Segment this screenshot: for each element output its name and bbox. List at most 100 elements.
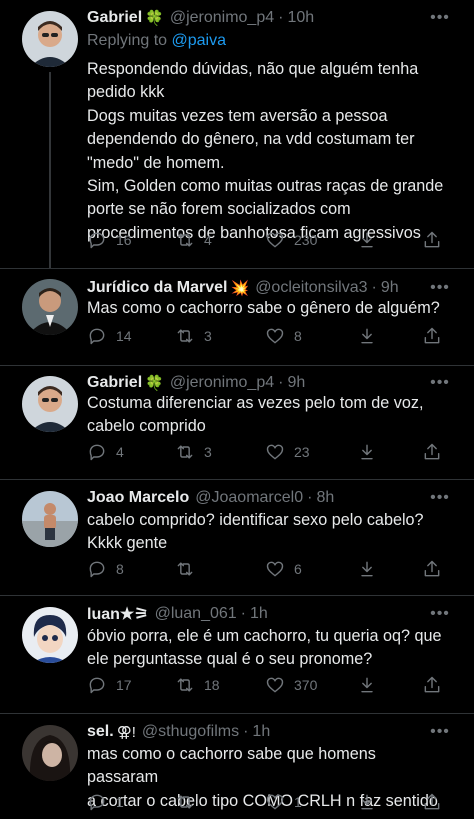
download-button[interactable] xyxy=(357,558,377,580)
retweet-icon xyxy=(177,445,193,459)
download-arrow-icon xyxy=(361,444,373,460)
more-options-icon[interactable]: ••• xyxy=(430,10,450,32)
separator-dot: · xyxy=(240,605,246,622)
tweet-3[interactable]: Gabriel 🍀 @jeronimo_p4 · 9h ••• Costuma … xyxy=(0,366,474,479)
like-button[interactable]: 370 xyxy=(265,674,317,696)
reply-count: 16 xyxy=(116,232,132,248)
heart-icon xyxy=(266,328,284,344)
download-button[interactable] xyxy=(357,674,377,696)
download-button[interactable] xyxy=(357,441,377,463)
tweet-2[interactable]: Jurídico da Marvel 💥 @ocleitonsilva3 · 9… xyxy=(0,269,474,365)
like-count: 370 xyxy=(294,677,318,693)
timestamp[interactable]: 8h xyxy=(316,489,334,507)
retweet-count: 4 xyxy=(204,232,212,248)
user-handle[interactable]: @sthugofilms xyxy=(142,723,239,741)
reply-button[interactable]: 16 xyxy=(87,229,132,251)
avatar[interactable] xyxy=(22,607,78,663)
avatar[interactable] xyxy=(22,491,78,547)
separator-dot: · xyxy=(371,279,377,296)
reply-icon xyxy=(89,677,105,694)
like-button[interactable]: 8 xyxy=(265,325,302,347)
timestamp[interactable]: 9h xyxy=(381,279,399,297)
tweet-header: luan★⚞ @luan_061 · 1h xyxy=(87,603,434,625)
like-button[interactable]: 230 xyxy=(265,229,317,251)
tweet-header: sel. ⚢! @sthugofilms · 1h xyxy=(87,721,434,743)
user-handle[interactable]: @ocleitonsilva3 xyxy=(255,279,367,297)
like-button[interactable]: 23 xyxy=(265,441,310,463)
tweet-4[interactable]: Joao Marcelo @Joaomarcel0 · 8h ••• cabel… xyxy=(0,480,474,595)
heart-icon xyxy=(266,561,284,577)
display-name[interactable]: luan★⚞ xyxy=(87,604,149,624)
retweet-button[interactable] xyxy=(175,791,204,813)
clover-icon: 🍀 xyxy=(145,375,164,392)
action-bar: 14 3 8 xyxy=(87,325,450,347)
user-handle[interactable]: @Joaomarcel0 xyxy=(195,489,303,507)
reply-count: 8 xyxy=(116,561,124,577)
retweet-button[interactable]: 3 xyxy=(175,441,212,463)
reply-button[interactable]: 14 xyxy=(87,325,132,347)
display-name[interactable]: Gabriel xyxy=(87,374,142,392)
symbol-badge-icon: ⚢! xyxy=(116,724,136,741)
like-count: 8 xyxy=(294,328,302,344)
display-name[interactable]: Jurídico da Marvel xyxy=(87,279,228,297)
retweet-button[interactable]: 3 xyxy=(175,325,212,347)
reply-button[interactable]: 17 xyxy=(87,674,132,696)
avatar[interactable] xyxy=(22,376,78,432)
reply-icon xyxy=(89,794,105,811)
replying-to: Replying to @paiva xyxy=(87,32,226,50)
reply-count: 17 xyxy=(116,677,132,693)
display-name[interactable]: Joao Marcelo xyxy=(87,489,189,507)
tweet-text: Respondendo dúvidas, não que alguém tenh… xyxy=(87,60,444,242)
user-handle[interactable]: @luan_061 xyxy=(155,605,237,623)
retweet-count: 3 xyxy=(204,328,212,344)
tweet-text: cabelo comprido? identificar sexo pelo c… xyxy=(87,511,424,553)
retweet-count: 3 xyxy=(204,444,212,460)
share-button[interactable] xyxy=(422,325,442,347)
like-count: 23 xyxy=(294,444,310,460)
download-button[interactable] xyxy=(357,325,377,347)
replying-to-handle[interactable]: @paiva xyxy=(172,32,227,49)
heart-icon xyxy=(266,444,284,460)
action-bar: 1 1 xyxy=(87,791,450,813)
share-button[interactable] xyxy=(422,229,442,251)
retweet-icon xyxy=(177,678,193,692)
timestamp[interactable]: 9h xyxy=(287,374,305,392)
avatar[interactable] xyxy=(22,279,78,335)
download-arrow-icon xyxy=(361,794,373,810)
share-icon xyxy=(424,443,440,460)
share-button[interactable] xyxy=(422,791,442,813)
timestamp[interactable]: 1h xyxy=(252,723,270,741)
retweet-button[interactable]: 4 xyxy=(175,229,212,251)
like-button[interactable]: 6 xyxy=(265,558,302,580)
like-button[interactable]: 1 xyxy=(265,791,302,813)
display-name[interactable]: Gabriel xyxy=(87,9,142,27)
timestamp[interactable]: 10h xyxy=(287,9,314,27)
avatar[interactable] xyxy=(22,11,78,67)
tweet-6[interactable]: sel. ⚢! @sthugofilms · 1h ••• mas como o… xyxy=(0,714,474,819)
download-button[interactable] xyxy=(357,791,377,813)
download-button[interactable] xyxy=(357,229,377,251)
tweet-5[interactable]: luan★⚞ @luan_061 · 1h ••• óbvio porra, e… xyxy=(0,596,474,713)
retweet-button[interactable]: 18 xyxy=(175,674,220,696)
download-arrow-icon xyxy=(361,232,373,248)
reply-button[interactable]: 4 xyxy=(87,441,124,463)
timestamp[interactable]: 1h xyxy=(250,605,268,623)
reply-button[interactable]: 8 xyxy=(87,558,124,580)
share-button[interactable] xyxy=(422,558,442,580)
tweet-text: Costuma diferenciar as vezes pelo tom de… xyxy=(87,394,424,436)
download-arrow-icon xyxy=(361,677,373,693)
share-icon xyxy=(424,231,440,248)
reply-button[interactable]: 1 xyxy=(87,791,124,813)
tweet-1[interactable]: Gabriel 🍀 @jeronimo_p4 · 10h ••• Replyin… xyxy=(0,0,474,268)
display-name[interactable]: sel. xyxy=(87,723,114,741)
user-handle[interactable]: @jeronimo_p4 xyxy=(170,9,274,27)
separator-dot: · xyxy=(278,374,284,391)
clover-icon: 🍀 xyxy=(145,10,164,27)
user-handle[interactable]: @jeronimo_p4 xyxy=(170,374,274,392)
share-button[interactable] xyxy=(422,674,442,696)
heart-icon xyxy=(266,677,284,693)
retweet-button[interactable] xyxy=(175,558,204,580)
avatar[interactable] xyxy=(22,725,78,781)
retweet-icon xyxy=(177,562,193,576)
share-button[interactable] xyxy=(422,441,442,463)
